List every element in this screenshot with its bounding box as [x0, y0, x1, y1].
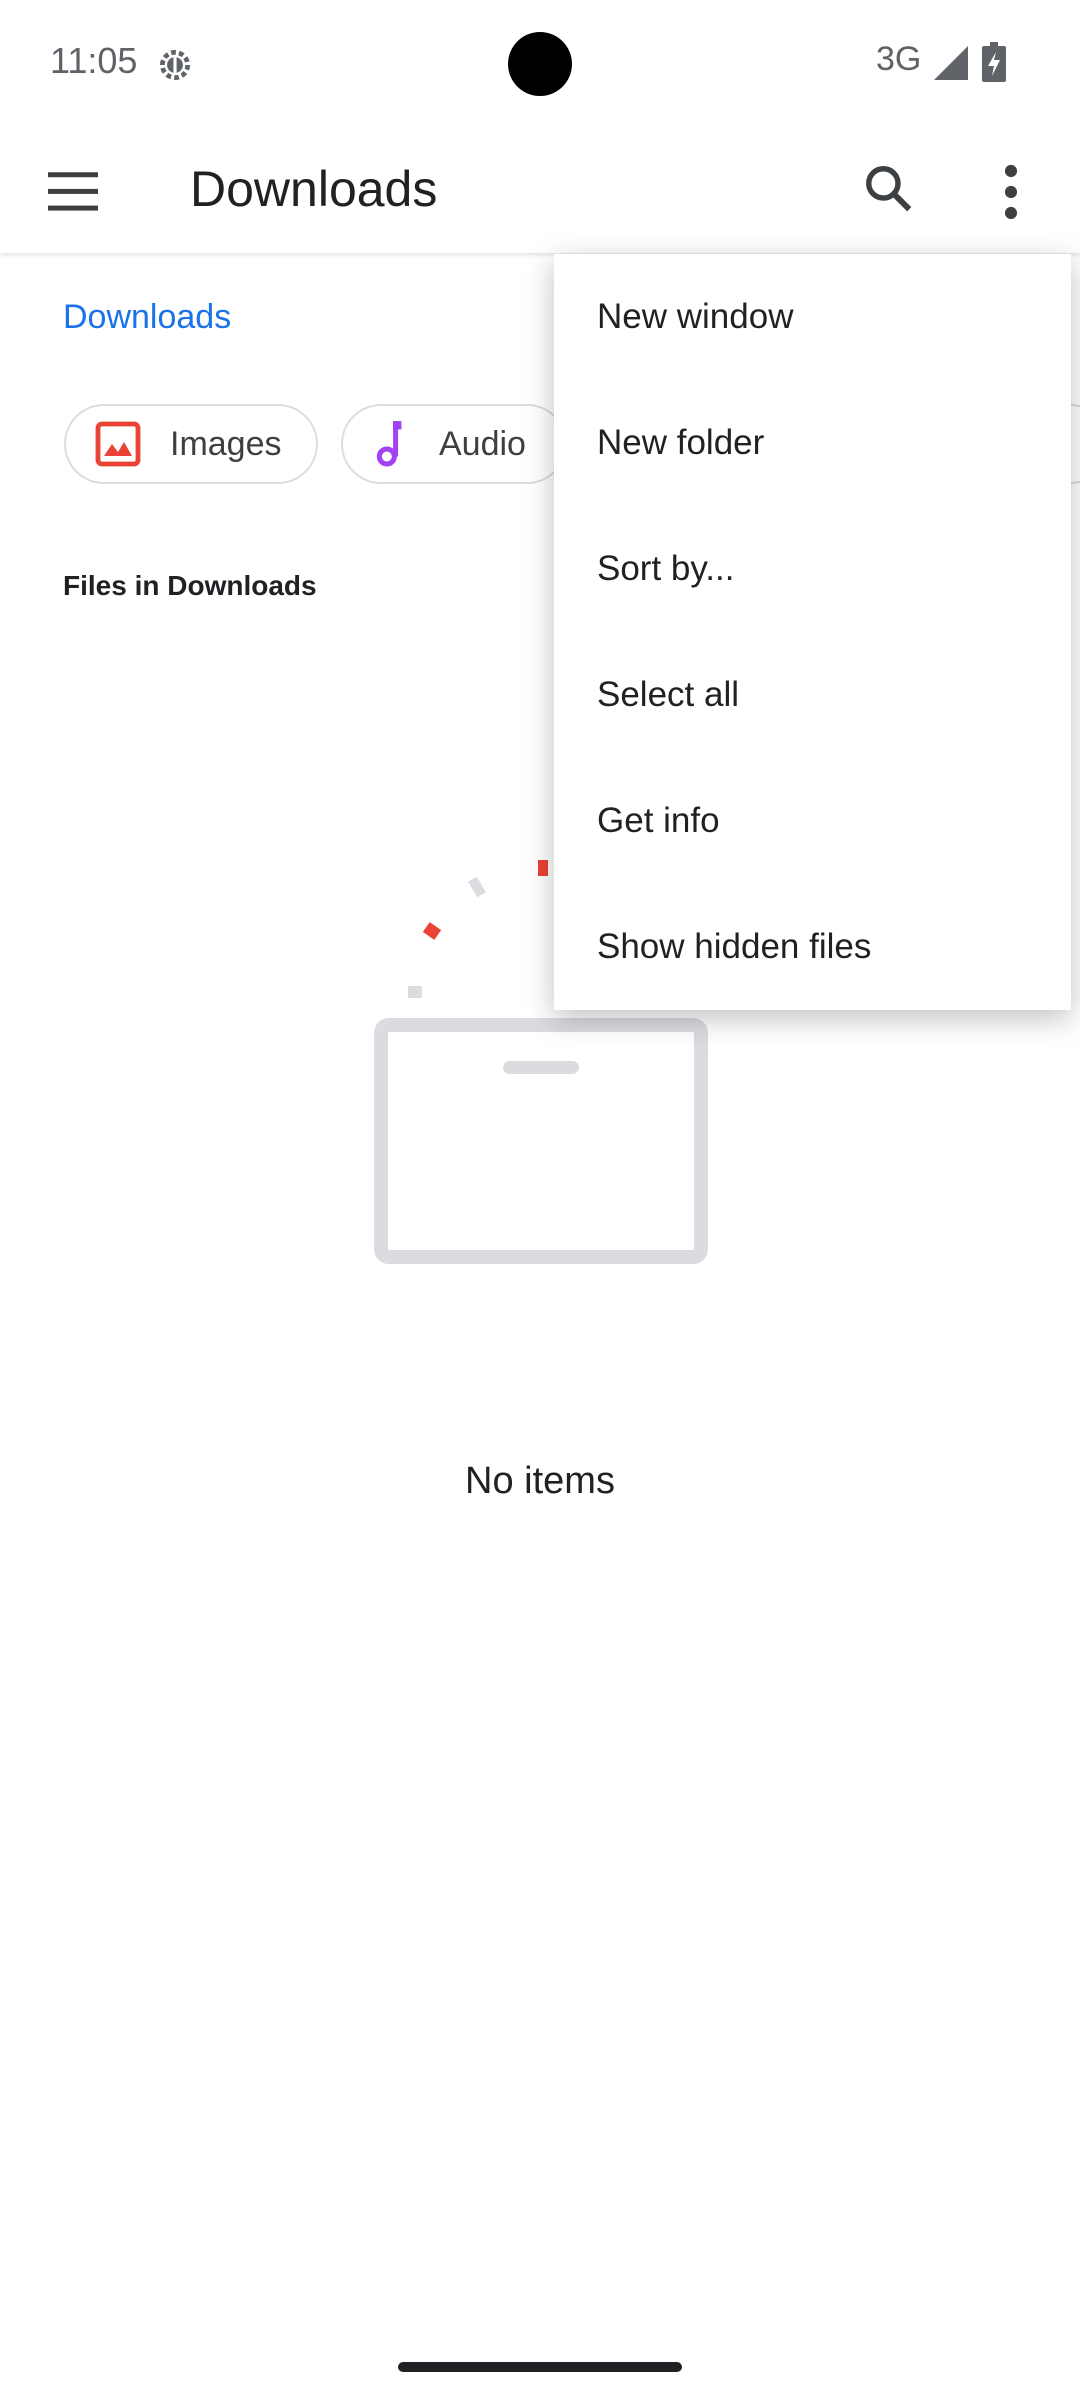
network-type: 3G	[876, 40, 922, 78]
chip-audio[interactable]: Audio	[341, 404, 567, 484]
menu-item-sort-by[interactable]: Sort by...	[554, 506, 1071, 632]
battery-charging-icon	[982, 42, 1006, 82]
chip-label: Images	[170, 424, 282, 463]
overflow-menu: New window New folder Sort by... Select …	[554, 254, 1071, 1010]
camera-cutout	[508, 32, 572, 96]
menu-item-get-info[interactable]: Get info	[554, 758, 1071, 884]
settings-gear-icon	[159, 49, 191, 81]
gesture-nav-handle[interactable]	[398, 2362, 682, 2372]
image-icon	[95, 421, 141, 467]
menu-item-new-window[interactable]: New window	[554, 254, 1071, 380]
status-time: 11:05	[50, 40, 138, 81]
menu-item-select-all[interactable]: Select all	[554, 632, 1071, 758]
section-label: Files in Downloads	[63, 570, 317, 601]
chip-images[interactable]: Images	[64, 404, 318, 484]
music-note-icon	[376, 421, 402, 467]
menu-icon[interactable]	[48, 168, 98, 214]
empty-state-text: No items	[465, 1460, 615, 1502]
breadcrumb[interactable]: Downloads	[63, 298, 231, 337]
menu-item-new-folder[interactable]: New folder	[554, 380, 1071, 506]
page-title: Downloads	[190, 161, 438, 217]
menu-item-show-hidden-files[interactable]: Show hidden files	[554, 884, 1071, 1010]
more-vert-icon[interactable]	[994, 164, 1028, 220]
signal-icon	[934, 46, 968, 80]
search-icon[interactable]	[862, 162, 916, 216]
chip-label: Audio	[439, 424, 526, 463]
